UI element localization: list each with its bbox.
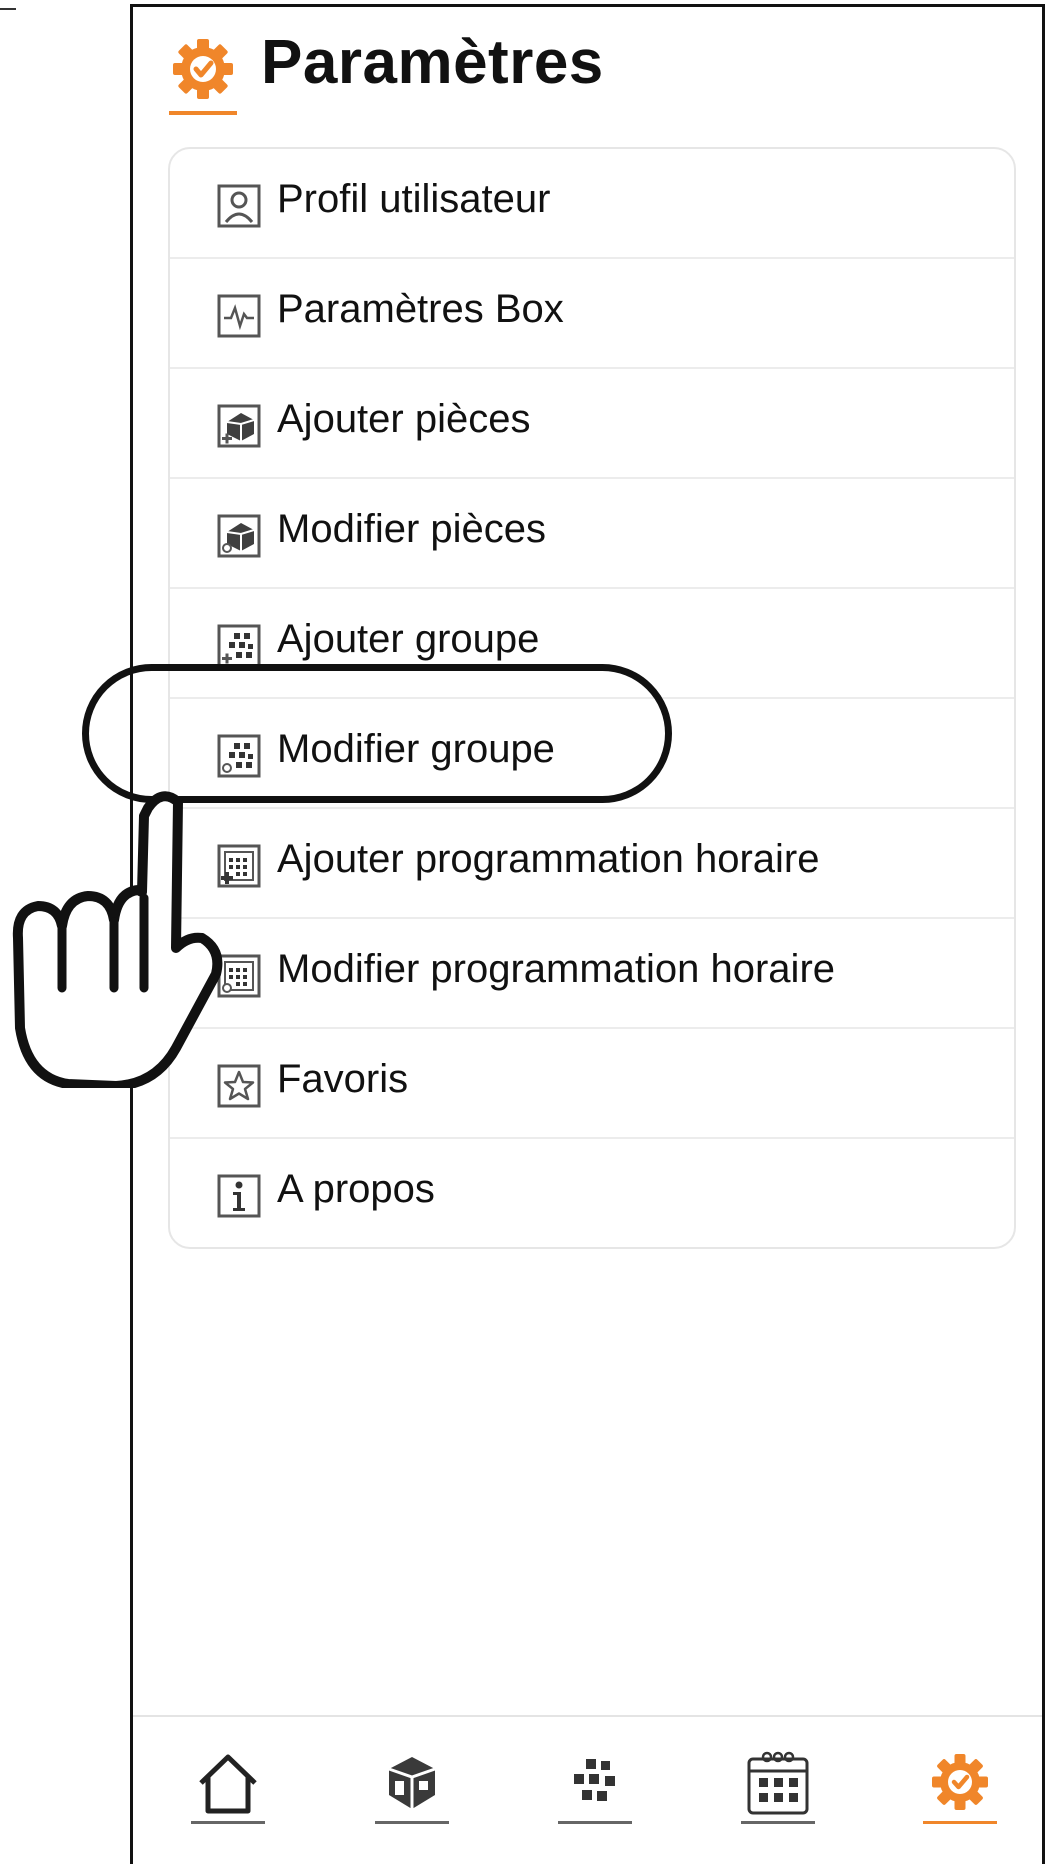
rooms-cube-icon bbox=[388, 1757, 436, 1809]
menu-item-label: Ajouter pièces bbox=[277, 397, 531, 441]
edit-group-icon bbox=[217, 734, 261, 778]
nav-groups[interactable] bbox=[558, 1747, 632, 1827]
menu-item-parametres-box[interactable]: Paramètres Box bbox=[170, 259, 1014, 369]
nav-rooms[interactable] bbox=[375, 1747, 449, 1827]
menu-item-label: A propos bbox=[277, 1167, 435, 1211]
nav-home[interactable] bbox=[191, 1747, 265, 1827]
bottom-navigation bbox=[133, 1715, 1042, 1865]
home-icon bbox=[199, 1754, 257, 1814]
menu-item-label: Ajouter programmation horaire bbox=[277, 837, 820, 881]
header-underline bbox=[169, 111, 237, 115]
menu-item-ajouter-pieces[interactable]: Ajouter pièces bbox=[170, 369, 1014, 479]
menu-item-label: Modifier pièces bbox=[277, 507, 547, 551]
page-title: Paramètres bbox=[261, 28, 604, 97]
menu-item-label: Paramètres Box bbox=[277, 287, 564, 331]
info-icon bbox=[217, 1174, 261, 1218]
nav-underline bbox=[558, 1821, 632, 1824]
edit-schedule-icon bbox=[217, 954, 261, 998]
user-profile-icon bbox=[217, 184, 261, 228]
add-group-icon bbox=[217, 624, 261, 668]
settings-gear-icon bbox=[932, 1754, 988, 1810]
nav-underline bbox=[741, 1821, 815, 1824]
group-dots-icon bbox=[574, 1759, 615, 1801]
settings-menu: Profil utilisateur Paramètres Box Ajoute… bbox=[168, 147, 1016, 1249]
edit-room-icon bbox=[217, 514, 261, 558]
gear-check-icon bbox=[173, 39, 233, 99]
menu-item-modifier-pieces[interactable]: Modifier pièces bbox=[170, 479, 1014, 589]
corner-mark bbox=[0, 8, 16, 10]
nav-underline bbox=[191, 1821, 265, 1824]
nav-settings[interactable] bbox=[923, 1747, 997, 1827]
add-room-icon bbox=[217, 404, 261, 448]
menu-item-modifier-groupe[interactable]: Modifier groupe bbox=[170, 699, 1014, 809]
menu-item-label: Modifier groupe bbox=[277, 727, 555, 771]
menu-item-label: Ajouter groupe bbox=[277, 617, 540, 661]
nav-schedule[interactable] bbox=[741, 1747, 815, 1827]
menu-item-ajouter-programmation-horaire[interactable]: Ajouter programmation horaire bbox=[170, 809, 1014, 919]
menu-item-profil-utilisateur[interactable]: Profil utilisateur bbox=[170, 149, 1014, 259]
nav-underline bbox=[375, 1821, 449, 1824]
menu-item-ajouter-groupe[interactable]: Ajouter groupe bbox=[170, 589, 1014, 699]
add-schedule-icon bbox=[217, 844, 261, 888]
menu-item-modifier-programmation-horaire[interactable]: Modifier programmation horaire bbox=[170, 919, 1014, 1029]
app-screen: Paramètres Profil utilisateur Paramètres… bbox=[130, 4, 1045, 1865]
menu-item-label: Profil utilisateur bbox=[277, 177, 551, 221]
star-icon bbox=[217, 1064, 261, 1108]
nav-underline-active bbox=[923, 1821, 997, 1824]
menu-item-favoris[interactable]: Favoris bbox=[170, 1029, 1014, 1139]
calendar-icon bbox=[747, 1751, 809, 1815]
menu-item-label: Favoris bbox=[277, 1057, 409, 1101]
box-pulse-icon bbox=[217, 294, 261, 338]
menu-item-a-propos[interactable]: A propos bbox=[170, 1139, 1014, 1249]
menu-item-label: Modifier programmation horaire bbox=[277, 947, 836, 991]
